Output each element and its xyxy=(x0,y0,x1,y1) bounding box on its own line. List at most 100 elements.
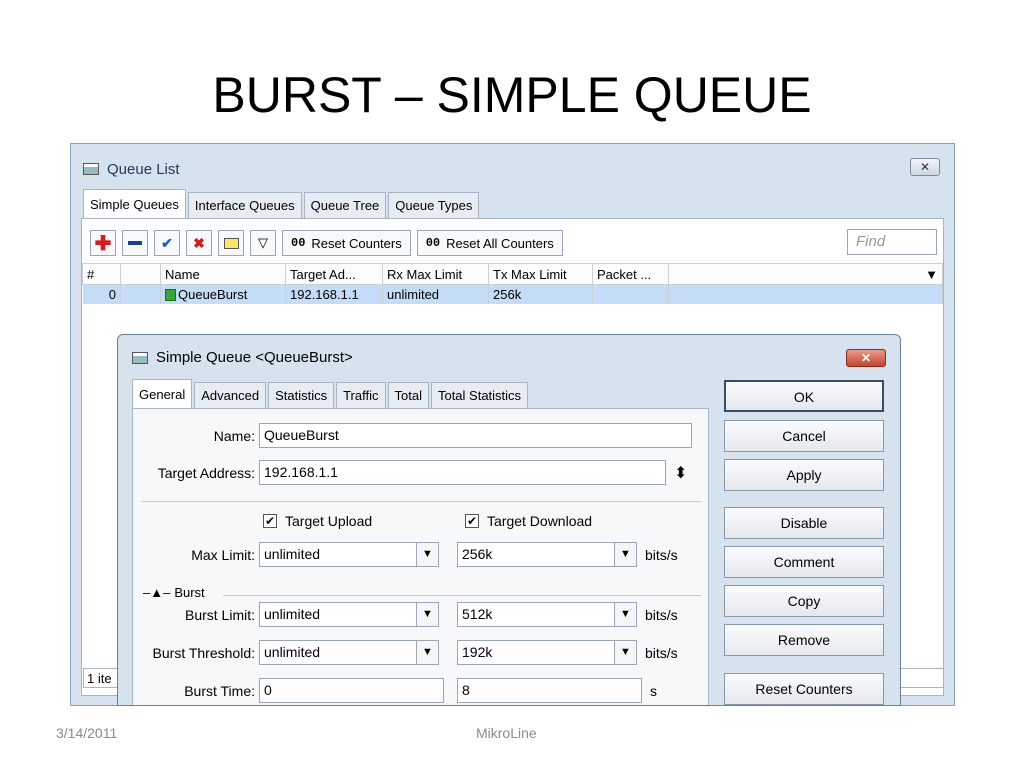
x-icon: ✖ xyxy=(193,234,205,251)
tab-statistics[interactable]: Statistics xyxy=(268,382,335,408)
window-icon xyxy=(83,163,99,175)
burst-time-upload-input[interactable]: 0 xyxy=(259,678,444,703)
burst-time-download-input[interactable]: 8 xyxy=(457,678,642,703)
toolbar: ✚ ✔ ✖ ▽ 00 Reset Counters 00 Reset All Cou… xyxy=(90,229,563,257)
filter-icon: ▽ xyxy=(258,235,268,250)
name-label: Name: xyxy=(213,427,255,444)
queue-list-titlebar: Queue List xyxy=(83,159,180,179)
tab-general[interactable]: General xyxy=(132,379,193,408)
simple-queue-tabs: General Advanced Statistics Traffic Tota… xyxy=(132,379,530,408)
col-num[interactable]: # xyxy=(82,263,121,285)
unit-label: s xyxy=(650,682,657,699)
row-target: 192.168.1.1 xyxy=(285,284,383,304)
name-input[interactable]: QueueBurst xyxy=(259,423,692,448)
add-button[interactable]: ✚ xyxy=(90,230,116,256)
tab-interface-queues[interactable]: Interface Queues xyxy=(187,192,302,218)
dropdown-icon[interactable]: ▼ xyxy=(417,602,439,627)
ok-button[interactable]: OK xyxy=(724,380,884,412)
col-tx-max[interactable]: Tx Max Limit xyxy=(488,263,593,285)
burst-limit-download-input[interactable]: 512k xyxy=(457,602,615,627)
target-upload-row: ✔ Target Upload xyxy=(263,513,372,529)
tab-total-statistics[interactable]: Total Statistics xyxy=(430,382,529,408)
tab-traffic[interactable]: Traffic xyxy=(336,382,386,408)
unit-label: bits/s xyxy=(645,644,678,661)
burst-section-header[interactable]: –▲– Burst xyxy=(143,585,205,600)
window-icon xyxy=(132,351,148,364)
tab-simple-queues[interactable]: Simple Queues xyxy=(83,189,186,218)
tab-advanced[interactable]: Advanced xyxy=(194,382,267,408)
burst-threshold-download-input[interactable]: 192k xyxy=(457,640,615,665)
close-button[interactable]: ✕ xyxy=(910,158,940,176)
max-limit-row: Max Limit: unlimited ▼ 256k ▼ bits/s xyxy=(133,542,678,567)
reset-all-counters-button[interactable]: 00 Reset All Counters xyxy=(416,230,563,256)
row-tx: 256k xyxy=(488,284,593,304)
col-packet[interactable]: Packet ... xyxy=(592,263,669,285)
burst-threshold-label: Burst Threshold: xyxy=(152,644,255,661)
burst-limit-row: Burst Limit: unlimited ▼ 512k ▼ bits/s xyxy=(133,602,678,627)
enable-button[interactable]: ✔ xyxy=(154,230,180,256)
apply-button[interactable]: Apply xyxy=(724,459,884,491)
unit-label: bits/s xyxy=(645,606,678,623)
row-num: 0 xyxy=(82,284,121,304)
table-header: # Name Target Ad... Rx Max Limit Tx Max … xyxy=(82,263,943,285)
disable-button[interactable]: Disable xyxy=(724,507,884,539)
table-row[interactable]: 0 QueueBurst 192.168.1.1 unlimited 256k xyxy=(82,284,943,304)
tab-total[interactable]: Total xyxy=(387,382,429,408)
target-address-label: Target Address: xyxy=(157,464,255,481)
divider xyxy=(141,501,701,502)
plus-icon: ✚ xyxy=(94,232,112,255)
max-limit-label: Max Limit: xyxy=(191,546,255,563)
name-row: Name: QueueBurst xyxy=(133,423,692,448)
queue-list-tabs: Simple Queues Interface Queues Queue Tre… xyxy=(83,189,481,218)
footer-date: 3/14/2011 xyxy=(56,725,118,741)
col-options[interactable]: ▼ xyxy=(668,263,943,285)
dropdown-icon[interactable]: ▼ xyxy=(417,640,439,665)
dropdown-icon[interactable]: ▼ xyxy=(615,640,637,665)
col-flags[interactable] xyxy=(120,263,161,285)
remove-button[interactable]: Remove xyxy=(724,624,884,656)
note-icon xyxy=(223,237,239,249)
dropdown-icon[interactable]: ▼ xyxy=(615,602,637,627)
checkbox-icon: ✔ xyxy=(263,514,277,528)
tab-queue-types[interactable]: Queue Types xyxy=(388,192,480,218)
checkbox-icon: ✔ xyxy=(465,514,479,528)
tab-queue-tree[interactable]: Queue Tree xyxy=(303,192,387,218)
col-name[interactable]: Name xyxy=(160,263,286,285)
burst-threshold-row: Burst Threshold: unlimited ▼ 192k ▼ bits… xyxy=(133,640,678,665)
row-name-cell: QueueBurst xyxy=(160,284,286,304)
dropdown-icon[interactable]: ▼ xyxy=(615,542,637,567)
col-target[interactable]: Target Ad... xyxy=(285,263,383,285)
target-address-input[interactable]: 192.168.1.1 xyxy=(259,460,666,485)
max-limit-download-input[interactable]: 256k xyxy=(457,542,615,567)
target-row: Target Address: 192.168.1.1 ⬍ xyxy=(133,460,687,485)
reset-counters-button[interactable]: Reset Counters xyxy=(724,673,884,705)
cancel-button[interactable]: Cancel xyxy=(724,420,884,452)
filter-button[interactable]: ▽ xyxy=(250,230,276,256)
row-filler xyxy=(668,284,943,304)
disable-button[interactable]: ✖ xyxy=(186,230,212,256)
burst-threshold-upload-input[interactable]: unlimited xyxy=(259,640,417,665)
comment-button[interactable] xyxy=(218,230,244,256)
copy-button[interactable]: Copy xyxy=(724,585,884,617)
general-panel: Name: QueueBurst Target Address: 192.168… xyxy=(132,408,709,705)
divider xyxy=(223,595,701,596)
simple-queue-title: Simple Queue <QueueBurst> xyxy=(156,349,353,366)
find-input[interactable]: Find xyxy=(847,229,937,255)
close-button[interactable]: ✕ xyxy=(846,349,886,367)
burst-time-label: Burst Time: xyxy=(184,682,255,699)
burst-limit-upload-input[interactable]: unlimited xyxy=(259,602,417,627)
comment-button[interactable]: Comment xyxy=(724,546,884,578)
reset-counters-button[interactable]: 00 Reset Counters xyxy=(282,230,411,256)
target-upload-checkbox[interactable]: ✔ Target Upload xyxy=(263,513,372,529)
burst-time-row: Burst Time: 0 8 s xyxy=(133,678,657,703)
queue-table: # Name Target Ad... Rx Max Limit Tx Max … xyxy=(82,263,943,304)
dropdown-icon[interactable]: ▼ xyxy=(417,542,439,567)
footer-brand: MikroLine xyxy=(476,725,537,741)
queue-icon xyxy=(165,288,176,301)
remove-button[interactable] xyxy=(122,230,148,256)
col-rx-max[interactable]: Rx Max Limit xyxy=(382,263,489,285)
reset-glyph: 00 xyxy=(291,236,306,250)
max-limit-upload-input[interactable]: unlimited xyxy=(259,542,417,567)
updown-icon[interactable]: ⬍ xyxy=(674,463,687,483)
target-download-checkbox[interactable]: ✔ Target Download xyxy=(465,513,592,529)
